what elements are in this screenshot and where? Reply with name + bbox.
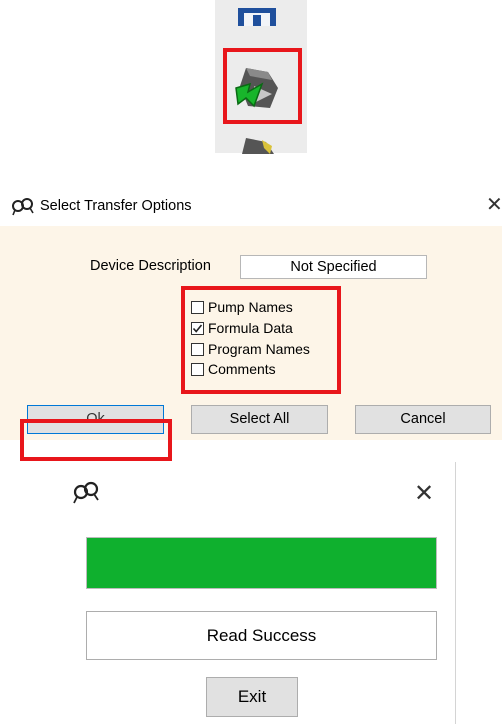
checkbox[interactable]	[191, 321, 204, 335]
device-description-field[interactable]: Not Specified	[240, 255, 427, 279]
close-icon[interactable]: ✕	[486, 193, 502, 217]
option-label: Pump Names	[208, 299, 293, 315]
option-label: Comments	[208, 361, 276, 377]
checkbox[interactable]	[191, 362, 204, 376]
save-icon[interactable]	[236, 4, 278, 26]
close-icon[interactable]: ✕	[414, 480, 434, 508]
checkbox[interactable]	[191, 300, 204, 314]
option-label: Program Names	[208, 341, 310, 357]
ok-button[interactable]: Ok	[27, 405, 164, 434]
transfer-dialog-title: Select Transfer Options	[40, 198, 192, 214]
exit-button[interactable]: Exit	[206, 677, 298, 717]
app-icon	[11, 196, 35, 216]
progress-fill	[87, 538, 436, 588]
status-message: Read Success	[86, 611, 437, 660]
option-label: Formula Data	[208, 320, 293, 336]
option-comments[interactable]: Comments	[191, 359, 276, 379]
option-formula-data[interactable]: Formula Data	[191, 318, 293, 338]
progress-bar	[86, 537, 437, 589]
option-pump-names[interactable]: Pump Names	[191, 297, 293, 317]
app-icon	[72, 480, 100, 504]
transfer-icon[interactable]	[232, 62, 286, 116]
device-description-label: Device Description	[90, 258, 211, 274]
transfer-icon[interactable]	[236, 134, 280, 154]
checkbox[interactable]	[191, 342, 204, 356]
cancel-button[interactable]: Cancel	[355, 405, 491, 434]
option-program-names[interactable]: Program Names	[191, 339, 310, 359]
checkmark-icon	[192, 323, 203, 333]
window-border	[455, 462, 456, 724]
select-all-button[interactable]: Select All	[191, 405, 328, 434]
